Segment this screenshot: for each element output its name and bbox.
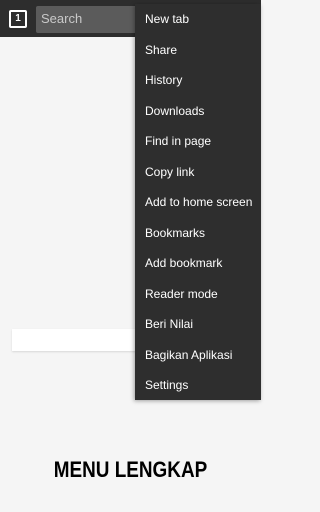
caption-title: MENU LENGKAP	[53, 457, 208, 482]
menu-item-beri-nilai[interactable]: Beri Nilai	[135, 309, 261, 340]
menu-item-add-to-home-screen[interactable]: Add to home screen	[135, 187, 261, 218]
menu-item-find-in-page[interactable]: Find in page	[135, 126, 261, 157]
menu-item-history[interactable]: History	[135, 65, 261, 96]
menu-item-reader-mode[interactable]: Reader mode	[135, 279, 261, 310]
search-placeholder: Search	[41, 11, 83, 26]
menu-item-share[interactable]: Share	[135, 35, 261, 66]
menu-item-downloads[interactable]: Downloads	[135, 96, 261, 127]
tab-switcher-button[interactable]: 1	[9, 10, 27, 28]
menu-item-settings[interactable]: Settings	[135, 370, 261, 401]
menu-item-bagikan-aplikasi[interactable]: Bagikan Aplikasi	[135, 340, 261, 371]
menu-item-add-bookmark[interactable]: Add bookmark	[135, 248, 261, 279]
menu-item-bookmarks[interactable]: Bookmarks	[135, 218, 261, 249]
menu-item-copy-link[interactable]: Copy link	[135, 157, 261, 188]
overflow-menu: New tab Share History Downloads Find in …	[135, 4, 261, 400]
menu-item-new-tab[interactable]: New tab	[135, 4, 261, 35]
